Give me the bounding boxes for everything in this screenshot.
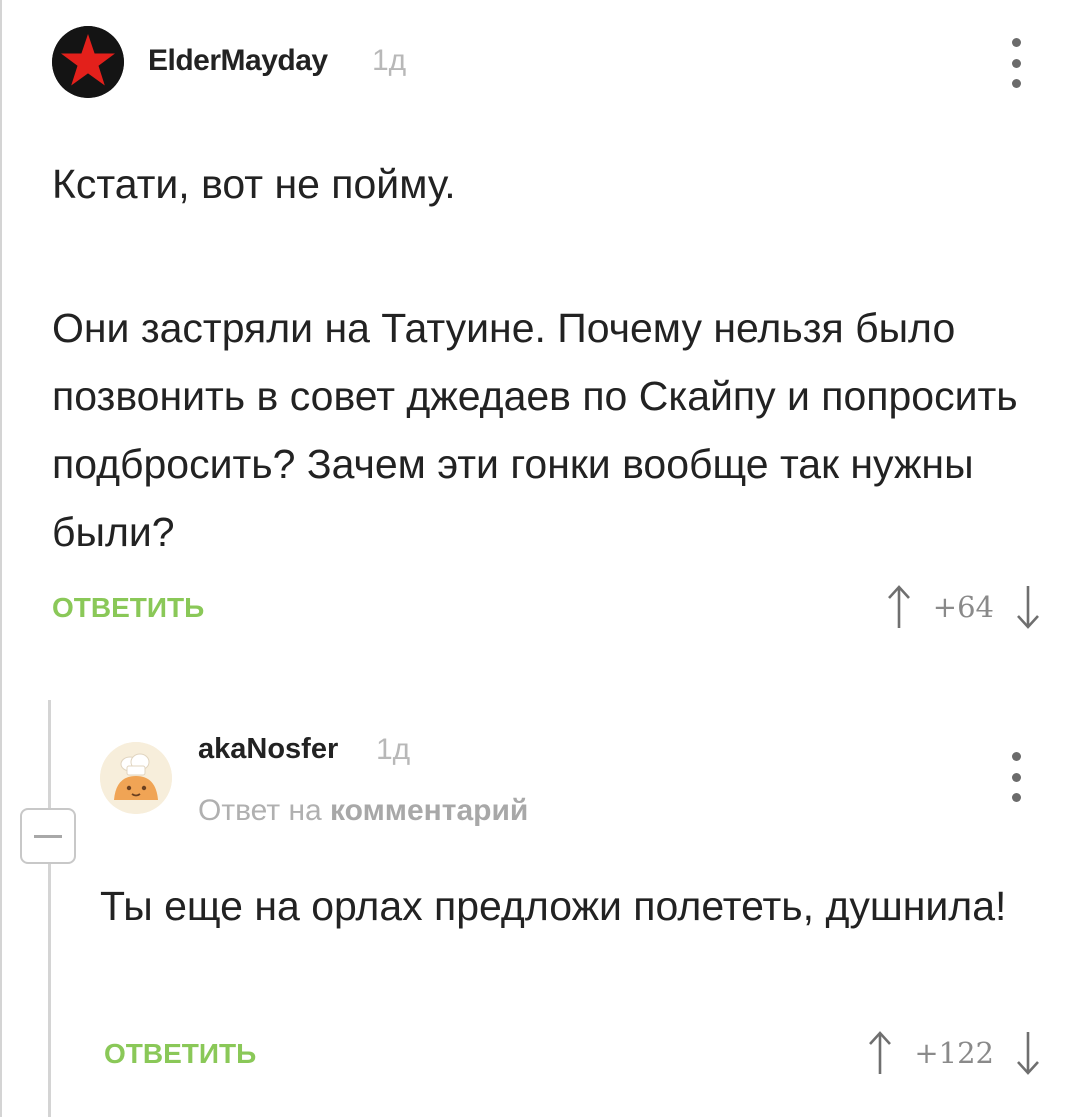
vote-score: +64 xyxy=(932,590,994,624)
avatar[interactable] xyxy=(100,742,172,814)
dot xyxy=(1011,58,1021,68)
arrow-down-icon[interactable] xyxy=(1016,1030,1040,1076)
comment-body: Кстати, вот не пойму. Они застряли на Та… xyxy=(52,150,1042,566)
comment-username[interactable]: akaNosfer xyxy=(198,733,338,766)
comment-time: 1д xyxy=(372,44,407,77)
more-vertical-icon[interactable] xyxy=(1006,38,1026,88)
more-vertical-icon[interactable] xyxy=(1006,752,1026,802)
comment-body: Ты еще на орлах предложи полететь, душни… xyxy=(100,872,1040,940)
minus-icon xyxy=(34,834,62,838)
vote-controls: +64 xyxy=(887,584,1040,630)
arrow-up-icon[interactable] xyxy=(887,584,911,630)
dot xyxy=(1011,772,1021,782)
vote-controls: +122 xyxy=(868,1030,1040,1076)
reply-to-prefix: Ответ на xyxy=(198,794,322,827)
dot xyxy=(1011,79,1021,88)
comment-paragraph: Они застряли на Татуине. Почему нельзя б… xyxy=(52,305,1018,555)
dot xyxy=(1011,38,1021,47)
nested-thread-line xyxy=(48,700,51,1117)
vote-score: +122 xyxy=(914,1036,994,1070)
reply-to-info: Ответ на комментарий xyxy=(198,794,528,828)
reply-to-link[interactable]: комментарий xyxy=(330,794,528,827)
arrow-up-icon[interactable] xyxy=(868,1030,892,1076)
comment-username[interactable]: ElderMayday xyxy=(148,44,328,78)
reply-button[interactable]: ОТВЕТИТЬ xyxy=(104,1038,256,1070)
avatar[interactable] xyxy=(52,26,124,98)
collapse-thread-button[interactable] xyxy=(20,808,76,864)
chef-avatar-icon xyxy=(100,742,172,814)
thread-edge-line xyxy=(0,0,2,1117)
dot xyxy=(1011,793,1021,802)
reply-button[interactable]: ОТВЕТИТЬ xyxy=(52,592,204,624)
dot xyxy=(1011,752,1021,761)
arrow-down-icon[interactable] xyxy=(1016,584,1040,630)
comment-paragraph: Ты еще на орлах предложи полететь, душни… xyxy=(100,883,1007,929)
comment-paragraph: Кстати, вот не пойму. xyxy=(52,161,456,207)
comment-time: 1д xyxy=(376,733,411,766)
red-star-avatar-icon xyxy=(52,26,124,98)
